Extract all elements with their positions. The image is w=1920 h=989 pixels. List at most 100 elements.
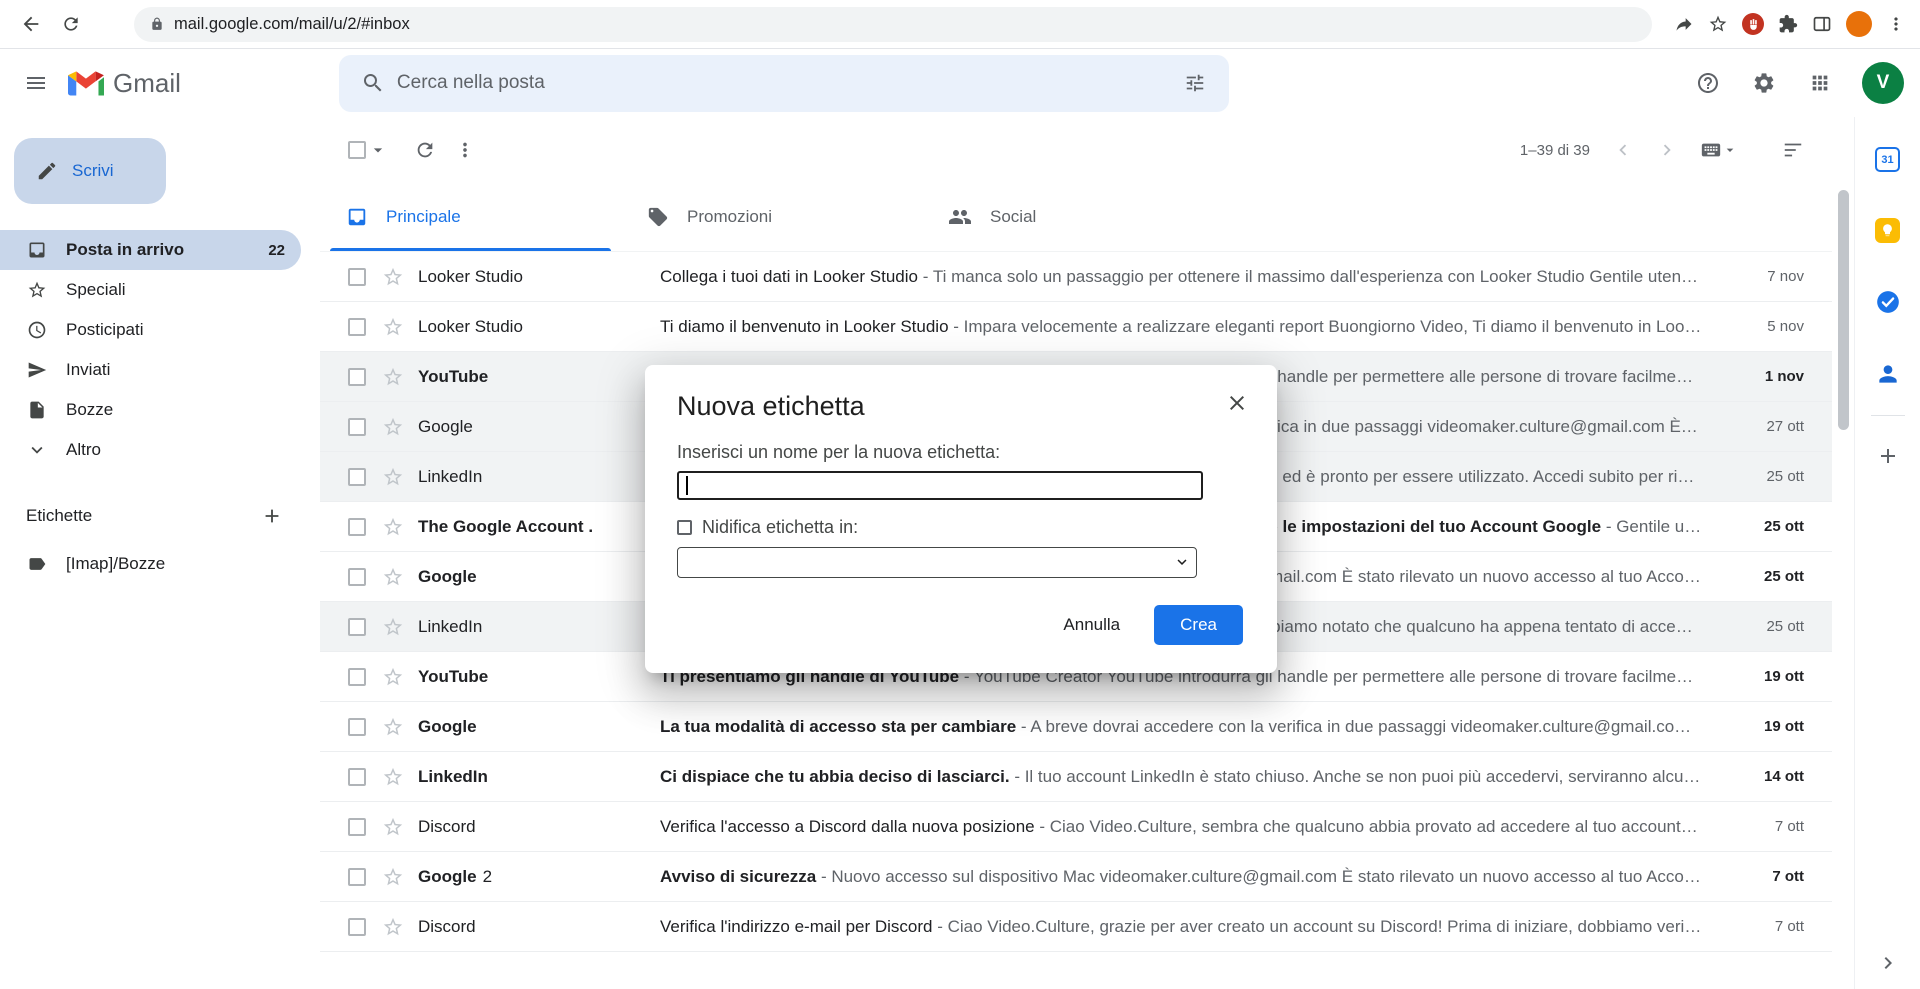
- separator: -: [1601, 517, 1616, 536]
- sidebar-item-label: Bozze: [66, 400, 113, 420]
- nest-label-checkbox[interactable]: [677, 520, 692, 535]
- adblock-icon[interactable]: [1742, 13, 1764, 35]
- email-checkbox[interactable]: [348, 518, 366, 536]
- plus-icon: [261, 505, 283, 527]
- sidebar-item-label: [Imap]/Bozze: [66, 554, 165, 574]
- email-checkbox[interactable]: [348, 268, 366, 286]
- input-tools-button[interactable]: [1700, 139, 1738, 161]
- email-sender: Google: [418, 417, 648, 437]
- star-toggle-icon[interactable]: [382, 866, 404, 888]
- search-input[interactable]: [397, 72, 1171, 94]
- more-options-button[interactable]: [454, 139, 476, 161]
- address-bar[interactable]: mail.google.com/mail/u/2/#inbox: [134, 7, 1652, 42]
- email-sender: Google2: [418, 867, 648, 887]
- search-icon[interactable]: [349, 59, 397, 107]
- star-toggle-icon[interactable]: [382, 566, 404, 588]
- contacts-icon[interactable]: [1875, 361, 1901, 387]
- star-toggle-icon[interactable]: [382, 666, 404, 688]
- email-checkbox[interactable]: [348, 668, 366, 686]
- compose-button[interactable]: Scrivi: [14, 138, 166, 204]
- browser-back-button[interactable]: [14, 7, 48, 41]
- star-toggle-icon[interactable]: [382, 466, 404, 488]
- add-label-button[interactable]: [261, 505, 283, 527]
- select-all-checkbox[interactable]: [348, 141, 366, 159]
- close-icon[interactable]: [1225, 391, 1249, 415]
- email-checkbox[interactable]: [348, 568, 366, 586]
- sidebar-item-snoozed[interactable]: Posticipati: [0, 310, 301, 350]
- email-checkbox[interactable]: [348, 868, 366, 886]
- cancel-button[interactable]: Annulla: [1063, 615, 1120, 635]
- email-checkbox[interactable]: [348, 818, 366, 836]
- email-row[interactable]: LinkedIn Ci dispiace che tu abbia deciso…: [320, 752, 1832, 802]
- back-arrow-icon: [20, 13, 42, 35]
- sidebar-label-imap-bozze[interactable]: [Imap]/Bozze: [0, 544, 301, 584]
- google-apps-button[interactable]: [1796, 59, 1844, 107]
- email-date: 19 ott: [1726, 718, 1804, 735]
- help-button[interactable]: [1684, 59, 1732, 107]
- email-checkbox[interactable]: [348, 618, 366, 636]
- sidebar-item-inbox[interactable]: Posta in arrivo 22: [0, 230, 301, 270]
- star-toggle-icon[interactable]: [382, 266, 404, 288]
- reading-pane-button[interactable]: [1782, 139, 1804, 161]
- email-row[interactable]: Looker Studio Ti diamo il benvenuto in L…: [320, 302, 1832, 352]
- email-sender: Looker Studio: [418, 317, 648, 337]
- email-checkbox[interactable]: [348, 918, 366, 936]
- email-row[interactable]: Looker Studio Collega i tuoi dati in Loo…: [320, 252, 1832, 302]
- collapse-side-panel-icon[interactable]: [1855, 951, 1920, 975]
- parent-label-select[interactable]: [677, 547, 1197, 578]
- sidebar-item-more[interactable]: Altro: [0, 430, 301, 470]
- select-dropdown-icon[interactable]: [368, 140, 388, 160]
- browser-menu-icon[interactable]: [1886, 14, 1906, 34]
- tasks-icon[interactable]: [1875, 289, 1901, 315]
- share-icon[interactable]: [1674, 14, 1694, 34]
- email-checkbox[interactable]: [348, 768, 366, 786]
- scrollbar-thumb[interactable]: [1838, 190, 1849, 430]
- sidebar-item-starred[interactable]: Speciali: [0, 270, 301, 310]
- star-toggle-icon[interactable]: [382, 366, 404, 388]
- email-row[interactable]: Google La tua modalità di accesso sta pe…: [320, 702, 1832, 752]
- email-subject: Ti diamo il benvenuto in Looker Studio: [660, 317, 949, 336]
- email-checkbox[interactable]: [348, 718, 366, 736]
- browser-profile-avatar[interactable]: [1846, 11, 1872, 37]
- sidebar-item-sent[interactable]: Inviati: [0, 350, 301, 390]
- email-checkbox[interactable]: [348, 318, 366, 336]
- browser-reload-button[interactable]: [54, 7, 88, 41]
- tab-principale[interactable]: Principale: [320, 183, 621, 251]
- main-menu-button[interactable]: [12, 59, 60, 107]
- star-toggle-icon[interactable]: [382, 316, 404, 338]
- email-date: 27 ott: [1726, 418, 1804, 435]
- sidebar-item-drafts[interactable]: Bozze: [0, 390, 301, 430]
- label-name-input[interactable]: [677, 471, 1203, 500]
- star-toggle-icon[interactable]: [382, 766, 404, 788]
- bookmark-star-icon[interactable]: [1708, 14, 1728, 34]
- extensions-puzzle-icon[interactable]: [1778, 14, 1798, 34]
- account-avatar[interactable]: V: [1862, 62, 1904, 104]
- settings-button[interactable]: [1740, 59, 1788, 107]
- star-toggle-icon[interactable]: [382, 816, 404, 838]
- keep-icon[interactable]: [1875, 218, 1900, 243]
- star-toggle-icon[interactable]: [382, 416, 404, 438]
- email-row[interactable]: Discord Verifica l'indirizzo e-mail per …: [320, 902, 1832, 952]
- star-toggle-icon[interactable]: [382, 616, 404, 638]
- email-preview: Verifica l'accesso a Discord dalla nuova…: [660, 817, 1702, 837]
- get-addons-icon[interactable]: [1876, 444, 1900, 468]
- prev-page-button[interactable]: [1612, 139, 1634, 161]
- tab-label: Social: [990, 207, 1036, 227]
- calendar-icon[interactable]: 31: [1875, 147, 1900, 172]
- tab-promozioni[interactable]: Promozioni: [621, 183, 922, 251]
- email-checkbox[interactable]: [348, 368, 366, 386]
- email-row[interactable]: Discord Verifica l'accesso a Discord dal…: [320, 802, 1832, 852]
- side-panel-icon[interactable]: [1812, 14, 1832, 34]
- email-checkbox[interactable]: [348, 468, 366, 486]
- search-options-icon[interactable]: [1171, 59, 1219, 107]
- gmail-logo[interactable]: Gmail: [68, 68, 181, 99]
- create-button[interactable]: Crea: [1154, 605, 1243, 645]
- email-checkbox[interactable]: [348, 418, 366, 436]
- star-toggle-icon[interactable]: [382, 916, 404, 938]
- email-row[interactable]: Google2 Avviso di sicurezza - Nuovo acce…: [320, 852, 1832, 902]
- tab-social[interactable]: Social: [922, 183, 1223, 251]
- star-toggle-icon[interactable]: [382, 516, 404, 538]
- next-page-button[interactable]: [1656, 139, 1678, 161]
- refresh-button[interactable]: [414, 139, 436, 161]
- star-toggle-icon[interactable]: [382, 716, 404, 738]
